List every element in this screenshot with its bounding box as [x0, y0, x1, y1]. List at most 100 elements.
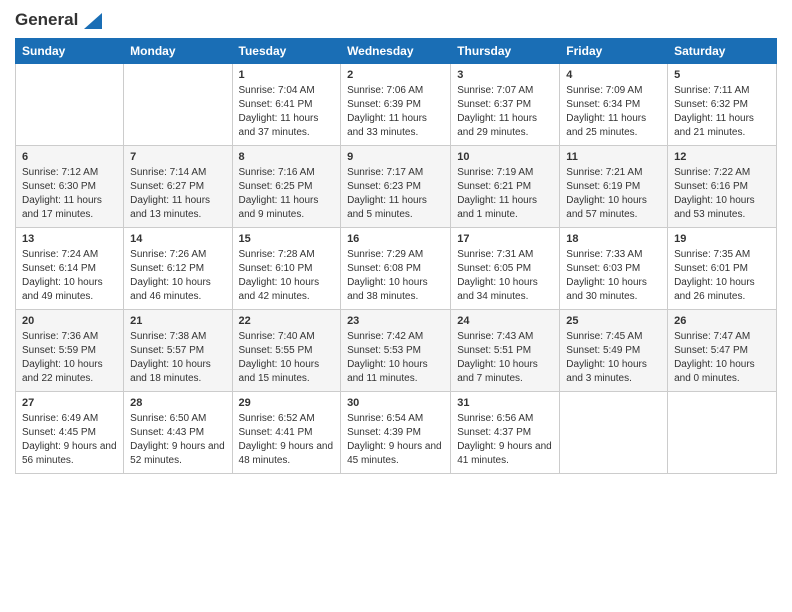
cell-5-4: 30Sunrise: 6:54 AMSunset: 4:39 PMDayligh… — [341, 391, 451, 473]
sunrise-text: Sunrise: 7:38 AM — [130, 331, 206, 342]
sunset-text: Sunset: 6:03 PM — [566, 263, 640, 274]
day-number: 25 — [566, 314, 661, 329]
sunset-text: Sunset: 6:30 PM — [22, 181, 96, 192]
sunset-text: Sunset: 6:16 PM — [674, 181, 748, 192]
cell-5-1: 27Sunrise: 6:49 AMSunset: 4:45 PMDayligh… — [16, 391, 124, 473]
sunset-text: Sunset: 6:39 PM — [347, 99, 421, 110]
day-number: 13 — [22, 232, 117, 247]
sunset-text: Sunset: 5:51 PM — [457, 345, 531, 356]
logo: General — [15, 10, 102, 30]
cell-1-6: 4Sunrise: 7:09 AMSunset: 6:34 PMDaylight… — [560, 63, 668, 145]
weekday-header-monday: Monday — [124, 38, 232, 63]
cell-1-7: 5Sunrise: 7:11 AMSunset: 6:32 PMDaylight… — [668, 63, 777, 145]
cell-2-1: 6Sunrise: 7:12 AMSunset: 6:30 PMDaylight… — [16, 145, 124, 227]
day-number: 12 — [674, 150, 770, 165]
sunrise-text: Sunrise: 6:50 AM — [130, 413, 206, 424]
day-number: 31 — [457, 396, 553, 411]
daylight-text: Daylight: 10 hours and 3 minutes. — [566, 359, 647, 384]
daylight-text: Daylight: 11 hours and 29 minutes. — [457, 113, 537, 138]
sunset-text: Sunset: 4:43 PM — [130, 427, 204, 438]
header: General — [15, 10, 777, 30]
sunrise-text: Sunrise: 7:07 AM — [457, 85, 533, 96]
daylight-text: Daylight: 10 hours and 30 minutes. — [566, 277, 647, 302]
cell-5-3: 29Sunrise: 6:52 AMSunset: 4:41 PMDayligh… — [232, 391, 341, 473]
day-number: 30 — [347, 396, 444, 411]
daylight-text: Daylight: 10 hours and 46 minutes. — [130, 277, 211, 302]
cell-4-4: 23Sunrise: 7:42 AMSunset: 5:53 PMDayligh… — [341, 309, 451, 391]
sunset-text: Sunset: 6:41 PM — [239, 99, 313, 110]
sunrise-text: Sunrise: 6:49 AM — [22, 413, 98, 424]
sunrise-text: Sunrise: 7:43 AM — [457, 331, 533, 342]
sunrise-text: Sunrise: 6:52 AM — [239, 413, 315, 424]
cell-1-3: 1Sunrise: 7:04 AMSunset: 6:41 PMDaylight… — [232, 63, 341, 145]
cell-2-3: 8Sunrise: 7:16 AMSunset: 6:25 PMDaylight… — [232, 145, 341, 227]
daylight-text: Daylight: 11 hours and 33 minutes. — [347, 113, 427, 138]
sunset-text: Sunset: 5:59 PM — [22, 345, 96, 356]
cell-1-1 — [16, 63, 124, 145]
sunrise-text: Sunrise: 7:33 AM — [566, 249, 642, 260]
cell-5-2: 28Sunrise: 6:50 AMSunset: 4:43 PMDayligh… — [124, 391, 232, 473]
day-number: 27 — [22, 396, 117, 411]
cell-3-3: 15Sunrise: 7:28 AMSunset: 6:10 PMDayligh… — [232, 227, 341, 309]
weekday-header-row: SundayMondayTuesdayWednesdayThursdayFrid… — [16, 38, 777, 63]
cell-2-6: 11Sunrise: 7:21 AMSunset: 6:19 PMDayligh… — [560, 145, 668, 227]
daylight-text: Daylight: 11 hours and 1 minute. — [457, 195, 537, 220]
cell-1-2 — [124, 63, 232, 145]
sunset-text: Sunset: 6:05 PM — [457, 263, 531, 274]
cell-5-7 — [668, 391, 777, 473]
calendar-page: General SundayMondayTuesdayWednesdayThur… — [0, 0, 792, 612]
sunrise-text: Sunrise: 7:29 AM — [347, 249, 423, 260]
day-number: 21 — [130, 314, 225, 329]
weekday-header-tuesday: Tuesday — [232, 38, 341, 63]
day-number: 5 — [674, 68, 770, 83]
day-number: 3 — [457, 68, 553, 83]
cell-4-5: 24Sunrise: 7:43 AMSunset: 5:51 PMDayligh… — [451, 309, 560, 391]
daylight-text: Daylight: 10 hours and 53 minutes. — [674, 195, 755, 220]
day-number: 16 — [347, 232, 444, 247]
cell-2-5: 10Sunrise: 7:19 AMSunset: 6:21 PMDayligh… — [451, 145, 560, 227]
week-row-1: 1Sunrise: 7:04 AMSunset: 6:41 PMDaylight… — [16, 63, 777, 145]
logo-text: General — [15, 10, 102, 30]
sunset-text: Sunset: 6:08 PM — [347, 263, 421, 274]
day-number: 2 — [347, 68, 444, 83]
day-number: 4 — [566, 68, 661, 83]
daylight-text: Daylight: 10 hours and 42 minutes. — [239, 277, 320, 302]
day-number: 7 — [130, 150, 225, 165]
sunset-text: Sunset: 6:27 PM — [130, 181, 204, 192]
day-number: 1 — [239, 68, 335, 83]
sunrise-text: Sunrise: 7:21 AM — [566, 167, 642, 178]
logo-content: General — [15, 10, 102, 30]
daylight-text: Daylight: 11 hours and 37 minutes. — [239, 113, 319, 138]
sunset-text: Sunset: 5:53 PM — [347, 345, 421, 356]
daylight-text: Daylight: 9 hours and 56 minutes. — [22, 441, 117, 466]
sunrise-text: Sunrise: 7:28 AM — [239, 249, 315, 260]
sunset-text: Sunset: 4:39 PM — [347, 427, 421, 438]
sunrise-text: Sunrise: 7:11 AM — [674, 85, 749, 96]
cell-3-2: 14Sunrise: 7:26 AMSunset: 6:12 PMDayligh… — [124, 227, 232, 309]
sunset-text: Sunset: 6:25 PM — [239, 181, 313, 192]
cell-2-2: 7Sunrise: 7:14 AMSunset: 6:27 PMDaylight… — [124, 145, 232, 227]
sunrise-text: Sunrise: 7:31 AM — [457, 249, 533, 260]
daylight-text: Daylight: 10 hours and 38 minutes. — [347, 277, 428, 302]
sunset-text: Sunset: 6:32 PM — [674, 99, 748, 110]
day-number: 22 — [239, 314, 335, 329]
sunset-text: Sunset: 6:01 PM — [674, 263, 748, 274]
sunset-text: Sunset: 6:12 PM — [130, 263, 204, 274]
week-row-2: 6Sunrise: 7:12 AMSunset: 6:30 PMDaylight… — [16, 145, 777, 227]
sunrise-text: Sunrise: 7:26 AM — [130, 249, 206, 260]
cell-3-5: 17Sunrise: 7:31 AMSunset: 6:05 PMDayligh… — [451, 227, 560, 309]
day-number: 29 — [239, 396, 335, 411]
sunrise-text: Sunrise: 7:09 AM — [566, 85, 642, 96]
sunset-text: Sunset: 5:57 PM — [130, 345, 204, 356]
sunrise-text: Sunrise: 7:42 AM — [347, 331, 423, 342]
sunset-text: Sunset: 6:10 PM — [239, 263, 313, 274]
sunrise-text: Sunrise: 7:06 AM — [347, 85, 423, 96]
daylight-text: Daylight: 10 hours and 15 minutes. — [239, 359, 320, 384]
logo-icon — [84, 13, 102, 29]
sunset-text: Sunset: 6:21 PM — [457, 181, 531, 192]
daylight-text: Daylight: 10 hours and 22 minutes. — [22, 359, 103, 384]
sunrise-text: Sunrise: 6:56 AM — [457, 413, 533, 424]
week-row-3: 13Sunrise: 7:24 AMSunset: 6:14 PMDayligh… — [16, 227, 777, 309]
daylight-text: Daylight: 10 hours and 26 minutes. — [674, 277, 755, 302]
sunrise-text: Sunrise: 7:40 AM — [239, 331, 315, 342]
